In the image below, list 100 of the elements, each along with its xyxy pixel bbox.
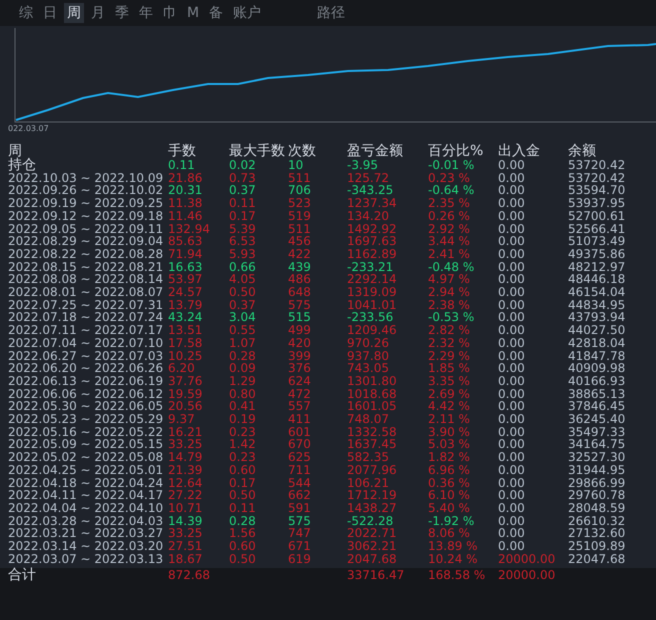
table-cell-text: 0.37 [229,184,257,198]
period-cell-text: 2022.05.09 ~ 2022.05.15 [8,438,164,452]
column-header: 出入金 [498,144,541,159]
column-header: 次数 [288,144,317,159]
table-cell-text: 52700.61 [568,210,626,223]
period-tab[interactable]: 周 [64,3,84,23]
table-cell-text: 71.94 [168,248,204,261]
table-cell-text: 1.42 [229,438,257,452]
table-cell-text: 48212.97 [568,260,626,274]
table-cell-text: 2.38 % [428,298,471,312]
period-cell-text: 2022.03.21 ~ 2022.03.27 [8,527,164,540]
table-cell-text: 53720.42 [568,159,626,172]
table-cell-text: 13.89 % [428,540,479,553]
table-cell-text: 37.76 [168,374,204,388]
table-cell-text: 0.00 [498,451,526,464]
period-cell-text: 2022.04.25 ~ 2022.05.01 [8,464,164,477]
table-cell-text: 2.32 % [428,336,471,350]
table-cell-text: 16.63 [168,260,204,274]
table-cell-text: 523 [288,197,312,210]
table-cell-text: 1492.92 [347,222,398,236]
table-cell-text: 747 [288,527,312,540]
table-cell-text: 1.56 [229,527,257,540]
table-cell-text: 168.58 % [428,568,486,584]
period-cell-text: 2022.07.25 ~ 2022.07.31 [8,298,164,312]
period-tab[interactable]: 巾 [160,3,180,23]
table-cell-text: 26610.32 [568,514,626,528]
table-cell-text: 2022.71 [347,527,398,540]
table-cell-text: 411 [288,413,312,426]
period-tab[interactable]: 日 [40,3,60,23]
table-cell-text: 743.05 [347,362,390,375]
table-cell-text: 0.36 % [428,476,471,490]
table-cell-text: 10.71 [168,502,204,515]
table-cell-text: 0.73 [229,172,257,184]
column-header: 周 [8,144,22,159]
table-cell-text: 0.00 [498,388,526,400]
period-tab[interactable]: 年 [136,3,156,23]
period-tab[interactable]: 季 [112,3,132,23]
table-cell-text: 3.44 % [428,235,471,248]
table-cell-text: 0.17 [229,210,257,223]
table-cell-text: 511 [288,222,312,236]
table-cell-text: 0.28 [229,350,257,362]
table-cell-text: 0.00 [498,248,526,261]
table-cell-text: 33.25 [168,438,204,452]
table-cell-text: 3.35 % [428,374,471,388]
table-cell-text: 14.39 [168,514,204,528]
table-cell-text: 1.85 % [428,362,471,375]
table-cell-text: 2.41 % [428,248,471,261]
table-cell-text: 0.50 [229,489,257,502]
period-cell-text: 2022.04.11 ~ 2022.04.17 [8,489,164,502]
period-tab[interactable]: 综 [16,3,36,23]
table-cell-text: 0.50 [229,552,257,566]
table-cell-text: 5.93 [229,248,257,261]
column-header: 最大手数 [229,144,286,159]
table-cell-text: 0.23 % [428,172,471,184]
table-cell-text: 575 [288,514,312,528]
table-cell-text: 0.19 [229,413,257,426]
period-tab[interactable]: 月 [88,3,108,23]
period-cell-text: 2022.07.11 ~ 2022.07.17 [8,324,164,337]
table-cell-text: 1319.09 [347,286,398,299]
table-cell-text: 456 [288,235,312,248]
table-cell-text: 706 [288,184,312,198]
table-cell-text: 2.29 % [428,350,471,362]
table-cell-text: 29866.99 [568,476,626,490]
table-cell-text: 29760.78 [568,489,626,502]
table-cell-text: 0.00 [498,438,526,452]
table-cell-text: 748.07 [347,413,390,426]
table-cell-text: 4.05 [229,273,257,286]
period-cell-text: 2022.10.03 ~ 2022.10.09 [8,172,164,184]
total-label: 合计 [8,568,37,584]
period-cell-text: 2022.08.08 ~ 2022.08.14 [8,273,164,286]
table-cell-text: 3.04 [229,311,257,324]
table-cell-text: 0.00 [498,235,526,248]
table-cell-text: 2047.68 [347,552,398,566]
table-cell-text: 0.02 [229,159,257,172]
table-cell-text: 6.20 [168,362,196,375]
table-cell-text: 20000.00 [498,552,556,566]
period-cell-text: 2022.04.04 ~ 2022.04.10 [8,502,164,515]
table-cell-text: 1209.46 [347,324,398,337]
table-cell-text: 1.82 % [428,451,471,464]
period-cell-text: 2022.09.19 ~ 2022.09.25 [8,197,164,210]
table-cell-text: 21.86 [168,172,204,184]
table-cell-text: 38865.13 [568,388,626,400]
period-tab[interactable]: 备 [206,3,226,23]
period-tab[interactable]: 账户 [230,3,264,23]
table-cell-text: 85.63 [168,235,204,248]
period-cell-text: 2022.07.18 ~ 2022.07.24 [8,311,164,324]
table-cell-text: 6.96 % [428,464,471,477]
table-cell-text: 1697.63 [347,235,398,248]
table-cell-text: 3.90 % [428,426,471,438]
table-cell-text: 44027.50 [568,324,626,337]
table-cell-text: 1712.19 [347,489,398,502]
table-cell-text: 472 [288,388,312,400]
table-cell-text: 0.00 [498,298,526,312]
table-cell-text: 43.24 [168,311,204,324]
path-tab[interactable]: 路径 [314,3,348,23]
table-cell-text: 14.79 [168,451,204,464]
period-tab[interactable]: M [184,4,202,22]
table-cell-text: 0.17 [229,476,257,490]
table-cell-text: 0.09 [229,362,257,375]
table-cell-text: 0.11 [229,197,257,210]
